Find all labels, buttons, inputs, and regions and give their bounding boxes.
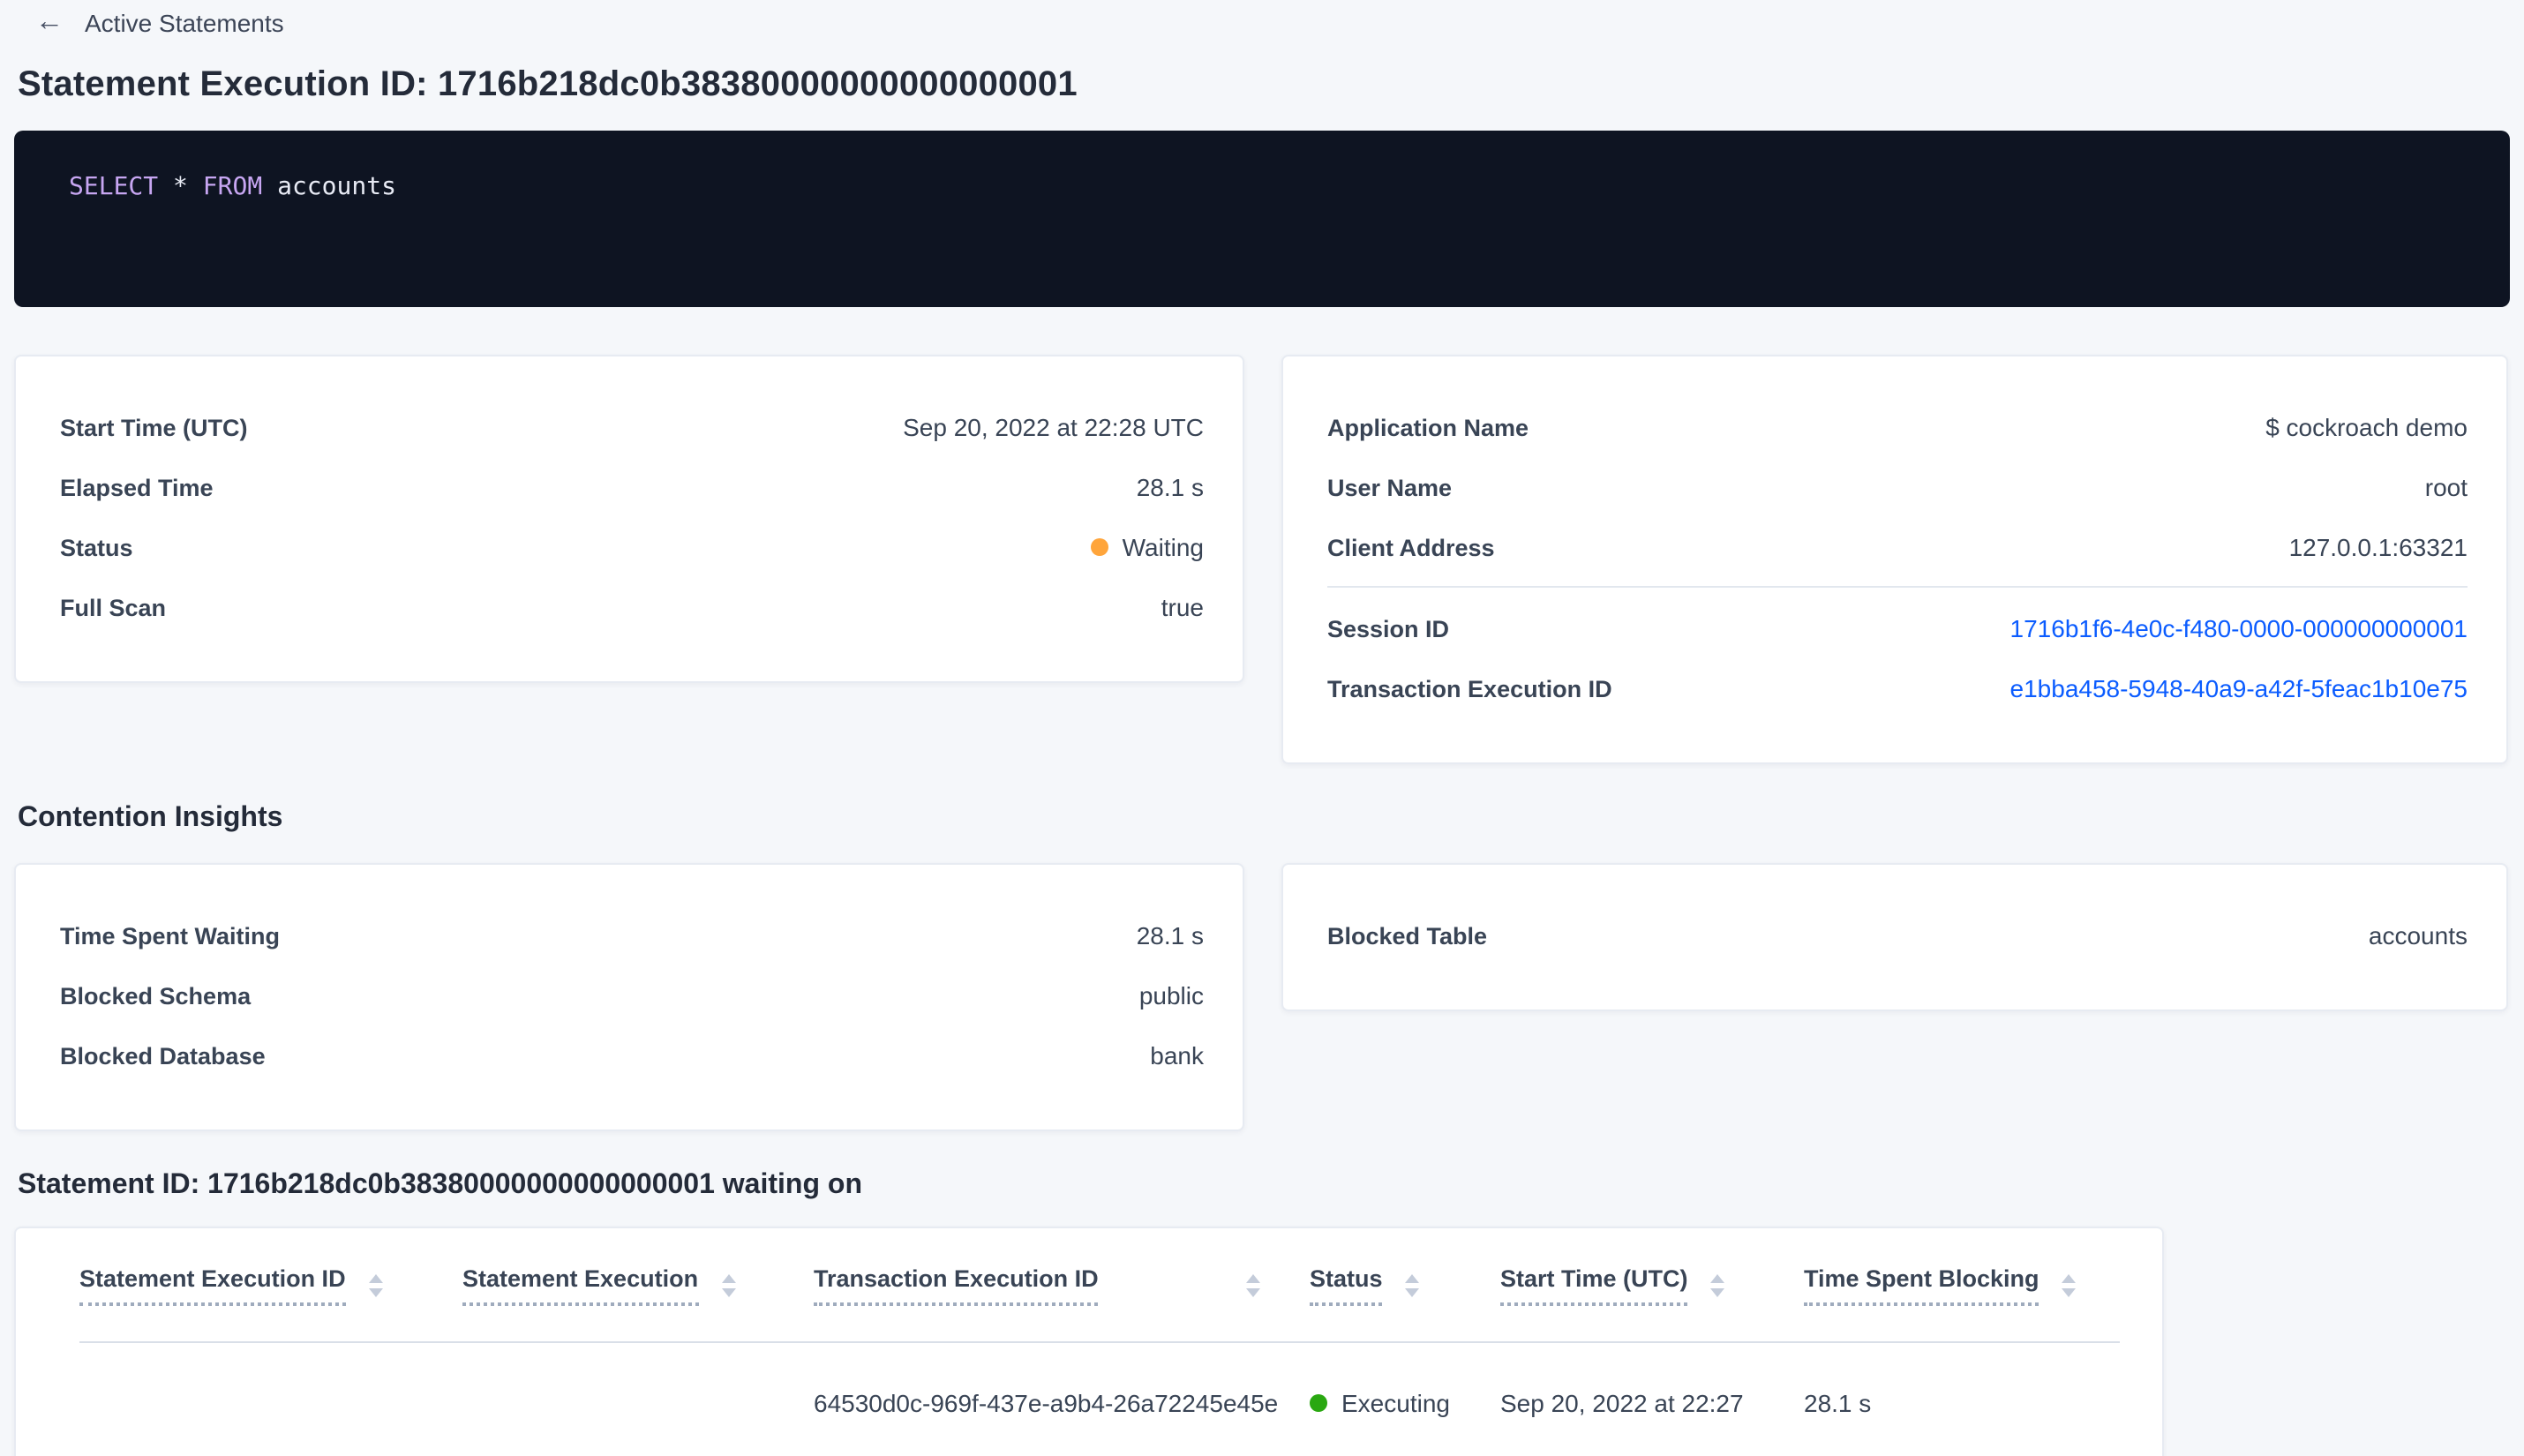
cell-transaction-execution-id: 64530d0c-969f-437e-a9b4-26a72245e45e [814, 1388, 1279, 1416]
executing-status-text: Executing [1341, 1388, 1450, 1416]
session-id-link[interactable]: 1716b1f6-4e0c-f480-0000-000000000001 [2010, 614, 2468, 642]
column-header-label[interactable]: Statement Execution ID [79, 1265, 346, 1305]
time-spent-waiting-label: Time Spent Waiting [60, 922, 281, 949]
waiting-status-dot-icon [1090, 538, 1108, 556]
time-spent-waiting-value: 28.1 s [1136, 921, 1204, 949]
status-text: Waiting [1122, 533, 1204, 561]
sort-icon[interactable] [1710, 1273, 1725, 1296]
info-row-user-name: User Name root [1327, 457, 2468, 517]
sort-icon[interactable] [1405, 1273, 1420, 1296]
breadcrumb: ← Active Statements [0, 0, 2524, 41]
info-row-elapsed-time: Elapsed Time 28.1 s [60, 457, 1204, 517]
cell-status: Executing [1310, 1388, 1500, 1416]
info-row-status: Status Waiting [60, 517, 1204, 577]
blocked-table-label: Blocked Table [1327, 922, 1488, 949]
user-name-label: User Name [1327, 474, 1453, 500]
table-row: 64530d0c-969f-437e-a9b4-26a72245e45e Exe… [79, 1343, 2120, 1456]
blocked-table-value: accounts [2368, 921, 2468, 949]
back-arrow-icon[interactable]: ← [35, 8, 64, 37]
contention-cards-row: Time Spent Waiting 28.1 s Blocked Schema… [14, 863, 2508, 1131]
column-header-label[interactable]: Start Time (UTC) [1500, 1265, 1688, 1305]
card-divider [1327, 586, 2468, 588]
blocked-schema-value: public [1138, 981, 1204, 1009]
info-row-start-time: Start Time (UTC) Sep 20, 2022 at 22:28 U… [60, 397, 1204, 457]
elapsed-time-value: 28.1 s [1136, 473, 1204, 501]
column-header-start-time[interactable]: Start Time (UTC) [1500, 1265, 1804, 1305]
blocked-database-value: bank [1150, 1041, 1204, 1069]
sql-star: * [173, 173, 188, 201]
info-row-blocked-database: Blocked Database bank [60, 1025, 1204, 1085]
sort-icon[interactable] [1246, 1273, 1260, 1296]
info-row-time-spent-waiting: Time Spent Waiting 28.1 s [60, 905, 1204, 965]
full-scan-value: true [1161, 593, 1204, 621]
info-row-session-id: Session ID 1716b1f6-4e0c-f480-0000-00000… [1327, 598, 2468, 658]
info-row-application-name: Application Name $ cockroach demo [1327, 397, 2468, 457]
page-title: Statement Execution ID: 1716b218dc0b3838… [18, 65, 1078, 104]
sql-keyword-from: FROM [202, 173, 263, 201]
sql-keyword-select: SELECT [69, 173, 159, 201]
info-row-blocked-schema: Blocked Schema public [60, 965, 1204, 1025]
info-row-blocked-table: Blocked Table accounts [1327, 905, 2468, 965]
sql-table-name: accounts [277, 173, 396, 201]
sort-icon[interactable] [2062, 1273, 2077, 1296]
waiting-on-heading: Statement ID: 1716b218dc0b38380000000000… [18, 1170, 862, 1200]
contention-details-card: Time Spent Waiting 28.1 s Blocked Schema… [14, 863, 1244, 1131]
column-header-statement-execution[interactable]: Statement Execution [462, 1265, 814, 1305]
blocked-database-label: Blocked Database [60, 1042, 266, 1069]
sort-icon[interactable] [721, 1273, 736, 1296]
cell-start-time: Sep 20, 2022 at 22:27 [1500, 1388, 1744, 1416]
column-header-time-spent-blocking[interactable]: Time Spent Blocking [1804, 1265, 2120, 1305]
application-name-value: $ cockroach demo [2265, 413, 2468, 441]
column-header-transaction-execution-id[interactable]: Transaction Execution ID [814, 1265, 1310, 1305]
elapsed-time-label: Elapsed Time [60, 474, 214, 500]
start-time-value: Sep 20, 2022 at 22:28 UTC [903, 413, 1204, 441]
sql-statement-box: SELECT * FROM accounts [14, 131, 2510, 307]
transaction-execution-id-link[interactable]: e1bba458-5948-40a9-a42f-5feac1b10e75 [2010, 674, 2468, 702]
transaction-execution-id-label: Transaction Execution ID [1327, 675, 1612, 702]
column-header-label[interactable]: Status [1310, 1265, 1383, 1305]
info-row-full-scan: Full Scan true [60, 577, 1204, 637]
client-address-value: 127.0.0.1:63321 [2288, 533, 2468, 561]
user-name-value: root [2424, 473, 2468, 501]
blocked-schema-label: Blocked Schema [60, 982, 252, 1009]
session-id-label: Session ID [1327, 615, 1450, 642]
column-header-statement-execution-id[interactable]: Statement Execution ID [79, 1265, 462, 1305]
table-header-row: Statement Execution ID Statement Executi… [79, 1228, 2120, 1343]
statement-details-page: ← Active Statements Statement Execution … [0, 0, 2524, 1456]
full-scan-label: Full Scan [60, 594, 167, 620]
application-name-label: Application Name [1327, 414, 1529, 440]
blocked-table-card: Blocked Table accounts [1281, 863, 2508, 1011]
execution-summary-card: Start Time (UTC) Sep 20, 2022 at 22:28 U… [14, 355, 1244, 683]
status-value: Waiting [1090, 533, 1204, 561]
overview-cards-row: Start Time (UTC) Sep 20, 2022 at 22:28 U… [14, 355, 2508, 764]
info-row-transaction-execution-id: Transaction Execution ID e1bba458-5948-4… [1327, 658, 2468, 718]
column-header-label[interactable]: Transaction Execution ID [814, 1265, 1099, 1305]
start-time-label: Start Time (UTC) [60, 414, 248, 440]
column-header-label[interactable]: Statement Execution [462, 1265, 699, 1305]
session-summary-card: Application Name $ cockroach demo User N… [1281, 355, 2508, 764]
sort-icon[interactable] [368, 1273, 383, 1296]
back-link-active-statements[interactable]: Active Statements [85, 9, 284, 37]
waiting-on-table: Statement Execution ID Statement Executi… [14, 1227, 2164, 1456]
status-label: Status [60, 534, 133, 560]
column-header-label[interactable]: Time Spent Blocking [1804, 1265, 2039, 1305]
info-row-client-address: Client Address 127.0.0.1:63321 [1327, 517, 2468, 577]
column-header-status[interactable]: Status [1310, 1265, 1500, 1305]
cell-time-spent-blocking: 28.1 s [1804, 1388, 1872, 1416]
client-address-label: Client Address [1327, 534, 1495, 560]
executing-status-dot-icon [1310, 1393, 1327, 1411]
contention-insights-heading: Contention Insights [18, 803, 283, 833]
